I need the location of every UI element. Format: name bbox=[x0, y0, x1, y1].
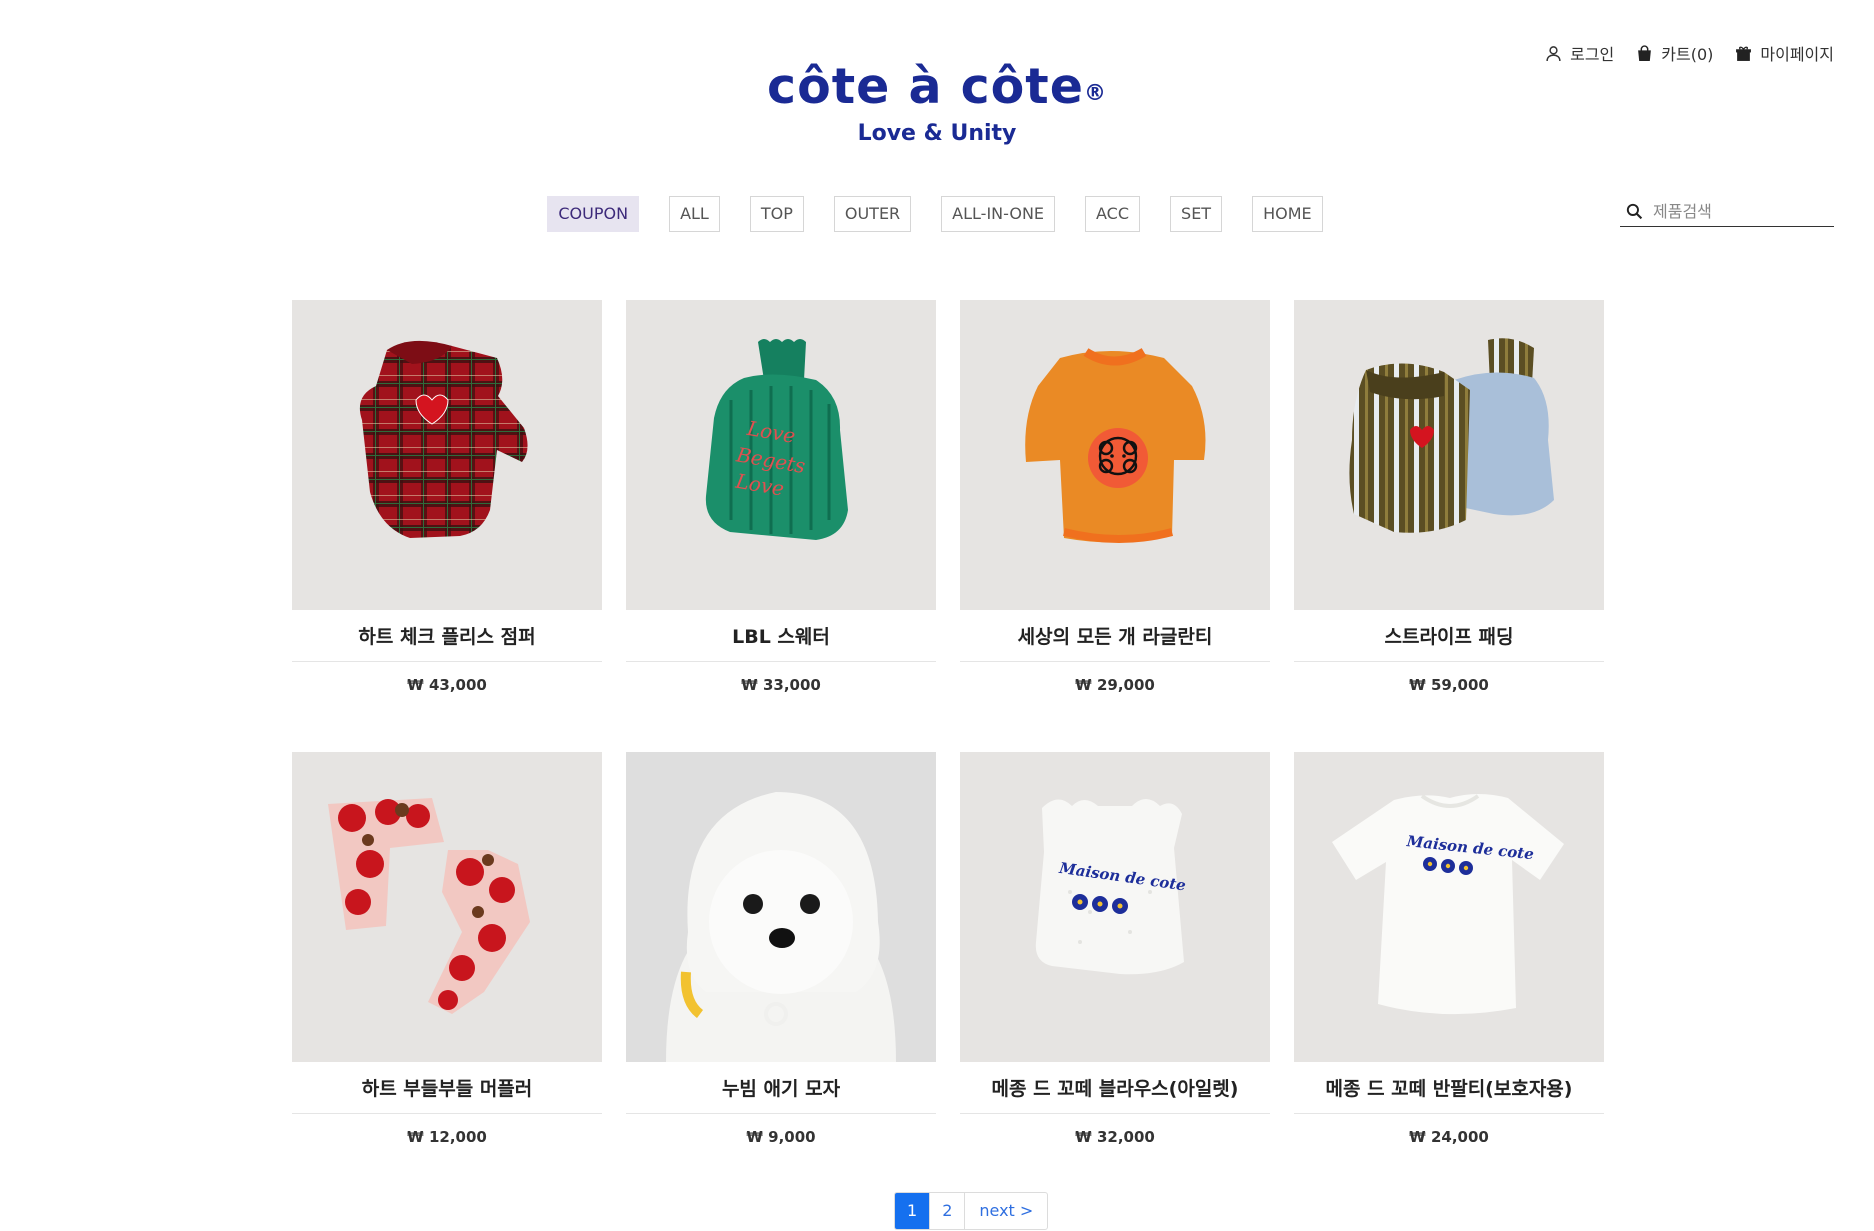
nav-home[interactable]: HOME bbox=[1252, 196, 1323, 232]
product-name[interactable]: 스트라이프 패딩 bbox=[1294, 610, 1604, 662]
product-image[interactable]: Love Begets Love bbox=[626, 300, 936, 610]
product-name[interactable]: 메종 드 꼬떼 블라우스(아일렛) bbox=[960, 1062, 1270, 1114]
nav-acc[interactable]: ACC bbox=[1085, 196, 1141, 232]
product-image[interactable] bbox=[292, 752, 602, 1062]
nav-coupon[interactable]: COUPON bbox=[547, 196, 640, 232]
white-tee-image: Maison de cote bbox=[1332, 794, 1564, 1015]
nav-top[interactable]: TOP bbox=[749, 196, 804, 232]
product-price: ₩ 33,000 bbox=[741, 676, 821, 694]
product-grid: 하트 체크 플리스 점퍼 ₩ 43,000 Love Begets Love L… bbox=[292, 300, 1604, 1146]
nav-all-in-one[interactable]: ALL-IN-ONE bbox=[941, 196, 1056, 232]
bag-icon bbox=[1638, 44, 1652, 61]
product-name[interactable]: 하트 체크 플리스 점퍼 bbox=[292, 610, 602, 662]
product-card[interactable]: Maison de cote 메종 드 꼬떼 블라우스(아일렛) ₩ 32,00… bbox=[960, 752, 1270, 1146]
nav-outer[interactable]: OUTER bbox=[833, 196, 912, 232]
product-price: ₩ 12,000 bbox=[407, 1128, 487, 1146]
heart-muffler-image bbox=[328, 798, 530, 1014]
striped-padding-image bbox=[1349, 338, 1554, 533]
product-card[interactable]: 스트라이프 패딩 ₩ 59,000 bbox=[1294, 300, 1604, 694]
page-1[interactable]: 1 bbox=[895, 1193, 931, 1229]
product-price: ₩ 43,000 bbox=[407, 676, 487, 694]
product-card[interactable]: 하트 체크 플리스 점퍼 ₩ 43,000 bbox=[292, 300, 602, 694]
puppy-hat-image bbox=[626, 752, 936, 1062]
product-card[interactable]: Love Begets Love LBL 스웨터 ₩ 33,000 bbox=[626, 300, 936, 694]
user-icon bbox=[1546, 45, 1561, 61]
product-name[interactable]: 하트 부들부들 머플러 bbox=[292, 1062, 602, 1114]
product-card[interactable]: Maison de cote 메종 드 꼬떼 반팔티(보호자용) ₩ 24,00… bbox=[1294, 752, 1604, 1146]
search-icon[interactable] bbox=[1626, 203, 1643, 220]
product-price: ₩ 9,000 bbox=[746, 1128, 816, 1146]
product-card[interactable]: 하트 부들부들 머플러 ₩ 12,000 bbox=[292, 752, 602, 1146]
product-name[interactable]: 세상의 모든 개 라글란티 bbox=[960, 610, 1270, 662]
category-nav: COUPON ALL TOP OUTER ALL-IN-ONE ACC SET … bbox=[0, 196, 1874, 232]
brand-tagline: Love & Unity bbox=[857, 121, 1017, 146]
product-price: ₩ 24,000 bbox=[1409, 1128, 1489, 1146]
product-name[interactable]: LBL 스웨터 bbox=[626, 610, 936, 662]
product-name[interactable]: 메종 드 꼬떼 반팔티(보호자용) bbox=[1294, 1062, 1604, 1114]
product-price: ₩ 29,000 bbox=[1075, 676, 1155, 694]
page-2[interactable]: 2 bbox=[930, 1193, 966, 1229]
green-sweater-image: Love Begets Love bbox=[705, 339, 848, 540]
product-name[interactable]: 누빔 애기 모자 bbox=[626, 1062, 936, 1114]
product-image[interactable] bbox=[626, 752, 936, 1062]
product-image[interactable]: Maison de cote bbox=[960, 752, 1270, 1062]
site-logo[interactable]: côte à côte® Love & Unity bbox=[0, 62, 1874, 146]
search-input[interactable] bbox=[1651, 200, 1825, 222]
product-card[interactable]: 누빔 애기 모자 ₩ 9,000 bbox=[626, 752, 936, 1146]
nav-all[interactable]: ALL bbox=[669, 196, 720, 232]
product-image[interactable] bbox=[292, 300, 602, 610]
nav-set[interactable]: SET bbox=[1170, 196, 1223, 232]
product-image[interactable] bbox=[1294, 300, 1604, 610]
product-image[interactable]: Maison de cote bbox=[1294, 752, 1604, 1062]
registered-mark: ® bbox=[1083, 80, 1107, 106]
orange-raglan-tee-image bbox=[1025, 348, 1206, 543]
product-price: ₩ 59,000 bbox=[1409, 676, 1489, 694]
pagination: 1 2 next > bbox=[894, 1192, 1049, 1230]
next-page-button[interactable]: next > bbox=[965, 1193, 1047, 1229]
gift-icon bbox=[1736, 46, 1752, 61]
product-image[interactable] bbox=[960, 300, 1270, 610]
product-card[interactable]: 세상의 모든 개 라글란티 ₩ 29,000 bbox=[960, 300, 1270, 694]
eyelet-blouse-image: Maison de cote bbox=[1035, 799, 1187, 975]
product-price: ₩ 32,000 bbox=[1075, 1128, 1155, 1146]
search-box bbox=[1620, 196, 1834, 227]
plaid-jumper-image bbox=[359, 340, 528, 538]
brand-name: côte à côte® bbox=[767, 58, 1107, 115]
